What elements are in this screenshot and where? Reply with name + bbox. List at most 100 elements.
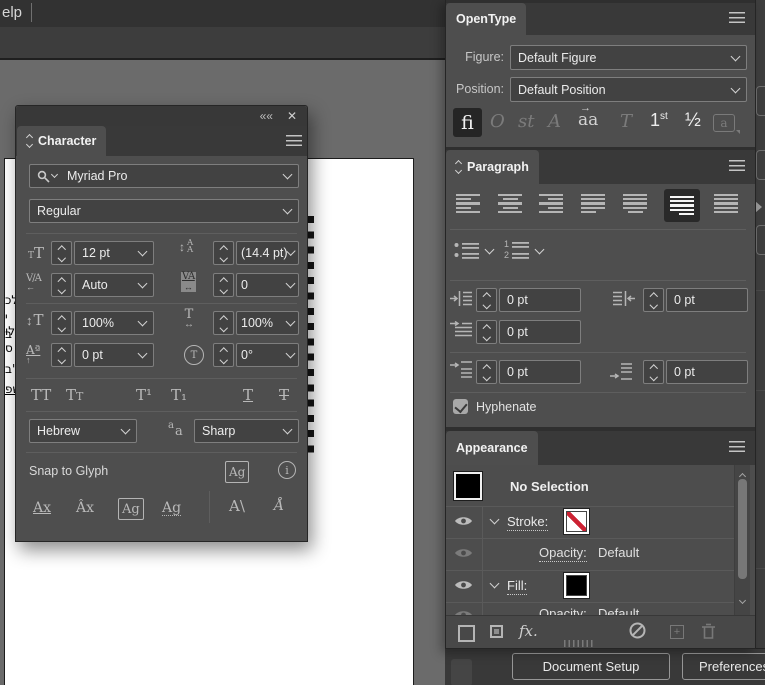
snap-angular-guides-button[interactable]: A\ [229, 499, 245, 514]
tab-paragraph[interactable]: Paragraph [446, 150, 539, 184]
stylistic-sets-icon[interactable]: a [713, 114, 735, 132]
menu-item-help-fragment[interactable]: elp [2, 4, 22, 21]
right-indent-field[interactable]: 0 pt [666, 288, 748, 312]
tab-opentype[interactable]: OpenType [446, 3, 527, 35]
bulleted-list-button[interactable] [454, 242, 480, 261]
vertical-scale-field[interactable]: 100% [74, 311, 154, 335]
kerning-stepper[interactable] [51, 273, 72, 297]
stroke-swatch-none[interactable] [564, 509, 589, 534]
add-new-fill-icon[interactable] [490, 625, 503, 638]
justify-last-center-button[interactable] [623, 194, 647, 213]
panel-menu-icon[interactable] [729, 160, 745, 171]
close-panel-icon[interactable]: ✕ [287, 110, 297, 122]
appearance-scrollbar[interactable] [734, 465, 750, 615]
kerning-field[interactable]: Auto [74, 273, 154, 297]
snap-anchor-button[interactable]: Å [274, 499, 284, 513]
fill-swatch-black[interactable] [564, 573, 589, 598]
align-left-button[interactable] [456, 194, 480, 213]
font-size-field[interactable]: 12 pt [74, 241, 154, 265]
titling-alternates-icon[interactable]: T [620, 113, 632, 131]
fractions-icon[interactable]: ½ [685, 111, 701, 130]
stroke-opacity-eye-icon[interactable] [454, 547, 473, 559]
dock-resize-grip[interactable] [564, 640, 594, 647]
font-size-stepper[interactable] [51, 241, 72, 265]
small-caps-button[interactable]: TT [66, 388, 83, 403]
first-line-indent-stepper[interactable] [476, 320, 497, 344]
fill-opacity-label[interactable]: Opacity: [539, 606, 587, 615]
space-after-stepper[interactable] [643, 360, 664, 384]
snap-glyph-bounds-button[interactable]: Ag [118, 498, 144, 520]
horizontal-scale-field[interactable]: 100% [236, 311, 299, 335]
ordinals-icon[interactable]: 1st [650, 111, 668, 129]
collapse-panel-icon[interactable]: «« [260, 110, 273, 122]
add-new-stroke-icon[interactable] [458, 625, 475, 642]
horizontal-scale-stepper[interactable] [213, 311, 234, 335]
character-rotation-stepper[interactable] [213, 343, 234, 367]
fill-visibility-eye-icon[interactable] [454, 579, 473, 591]
baseline-shift-stepper[interactable] [51, 343, 72, 367]
hyphenate-checkbox[interactable] [453, 399, 468, 414]
figure-select[interactable]: Default Figure [510, 45, 747, 70]
panel-menu-icon[interactable] [286, 135, 302, 146]
justify-last-left-button[interactable] [581, 194, 605, 213]
discretionary-ligatures-icon[interactable]: st [518, 113, 534, 131]
preferences-button[interactable]: Preferences [682, 653, 765, 680]
subscript-button[interactable]: T₁ [171, 388, 187, 403]
position-select[interactable]: Default Position [510, 77, 747, 102]
stroke-label[interactable]: Stroke: [507, 514, 549, 531]
tab-appearance[interactable]: Appearance [446, 431, 538, 465]
document-setup-button[interactable]: Document Setup [512, 653, 670, 680]
justify-all-button[interactable] [714, 194, 738, 213]
vertical-scale-stepper[interactable] [51, 311, 72, 335]
align-center-button[interactable] [498, 194, 522, 213]
anti-aliasing-select[interactable]: Sharp [194, 419, 299, 443]
numbered-list-button[interactable]: 1 2 [504, 239, 531, 262]
fill-expand-icon[interactable] [489, 578, 500, 589]
panel-menu-icon[interactable] [729, 12, 745, 23]
snap-near-bounds-button[interactable]: Ag [162, 501, 182, 516]
panel-collapse-arrow-icon[interactable] [755, 201, 762, 213]
leading-field[interactable]: (14.4 pt) [236, 241, 299, 265]
space-before-field[interactable]: 0 pt [499, 360, 581, 384]
tab-character[interactable]: Character [17, 126, 107, 156]
stroke-opacity-label[interactable]: Opacity: [539, 545, 587, 562]
panel-menu-icon[interactable] [729, 441, 745, 452]
contextual-alternates-icon[interactable]: O [490, 113, 505, 131]
left-indent-stepper[interactable] [476, 288, 497, 312]
font-family-field[interactable]: Myriad Pro [29, 164, 299, 188]
leading-stepper[interactable] [213, 241, 234, 265]
superscript-button[interactable]: T¹ [136, 388, 152, 403]
clear-appearance-icon[interactable] [629, 622, 646, 639]
stroke-visibility-eye-icon[interactable] [454, 515, 473, 527]
all-caps-button[interactable]: TT [31, 388, 51, 403]
stylistic-alternates-icon[interactable]: → aa [578, 103, 598, 129]
character-rotation-field[interactable]: 0° [236, 343, 299, 367]
tracking-field[interactable]: 0 [236, 273, 299, 297]
font-style-field[interactable]: Regular [29, 199, 299, 223]
baseline-shift-field[interactable]: 0 pt [74, 343, 154, 367]
scrollbar-thumb[interactable] [738, 479, 747, 579]
space-before-stepper[interactable] [476, 360, 497, 384]
stroke-expand-icon[interactable] [489, 514, 500, 525]
delete-item-icon[interactable] [701, 623, 716, 640]
right-indent-stepper[interactable] [643, 288, 664, 312]
scroll-down-icon[interactable] [738, 596, 747, 605]
snap-baseline-button[interactable]: Ax [33, 501, 51, 515]
left-indent-field[interactable]: 0 pt [499, 288, 581, 312]
justify-last-right-button-selected[interactable] [664, 189, 700, 222]
fill-label[interactable]: Fill: [507, 578, 528, 595]
snap-to-glyph-badge-icon[interactable]: Ag [225, 461, 250, 483]
strikethrough-button[interactable]: T [279, 388, 289, 403]
swash-icon[interactable]: A [548, 113, 561, 131]
ligatures-button[interactable]: fi [453, 108, 482, 137]
align-right-button[interactable] [539, 194, 563, 213]
language-select[interactable]: Hebrew [29, 419, 137, 443]
snap-xheight-button[interactable]: Âx [76, 501, 94, 515]
panel-title-bar[interactable]: «« ✕ [16, 106, 307, 126]
duplicate-item-icon[interactable]: + [670, 625, 684, 639]
underline-button[interactable]: T [243, 388, 253, 403]
tracking-stepper[interactable] [213, 273, 234, 297]
first-line-indent-field[interactable]: 0 pt [499, 320, 581, 344]
info-icon[interactable]: i [278, 461, 296, 479]
add-effect-fx-icon[interactable]: fx. [519, 622, 538, 640]
